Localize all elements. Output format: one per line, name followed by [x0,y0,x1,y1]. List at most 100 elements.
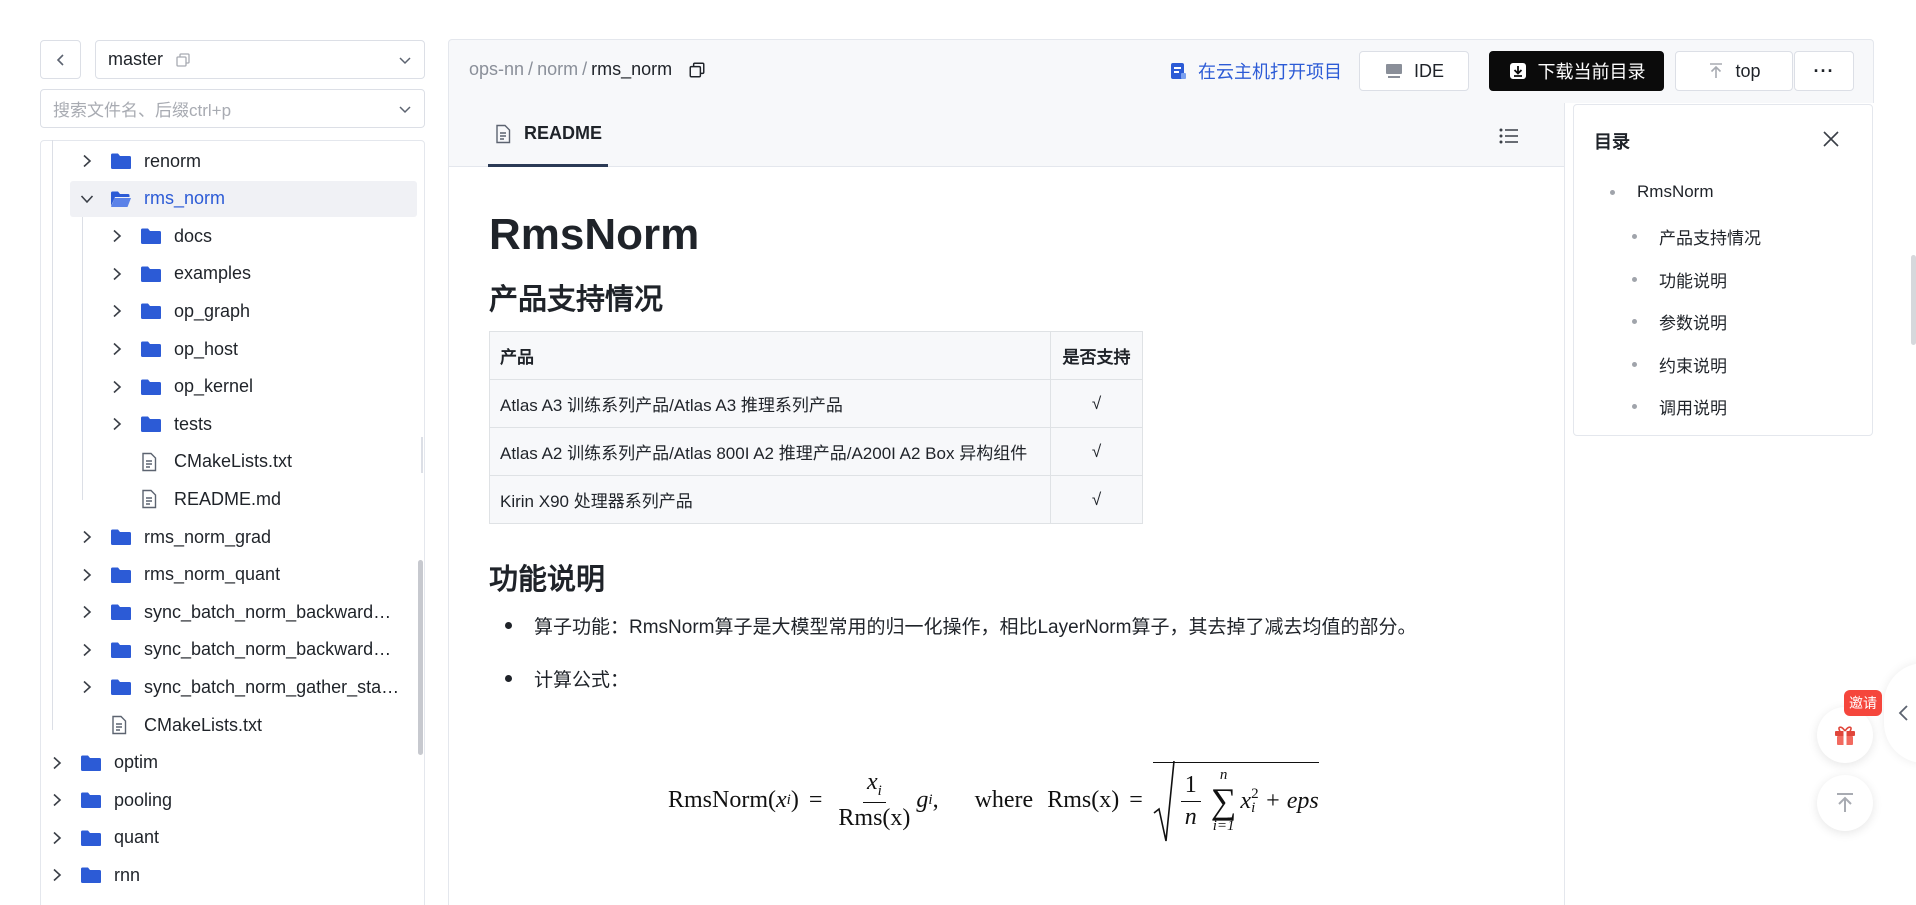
breadcrumb-mid[interactable]: norm [537,59,578,80]
chevron-right-icon[interactable] [78,678,96,696]
toc-bullet [1632,234,1637,240]
open-in-cloud-link[interactable]: 在云主机打开项目 [1168,58,1342,84]
sqrt-sign [1153,761,1175,842]
gift-icon [1835,726,1855,745]
tree-item-label: README.md [174,488,282,509]
breadcrumb-current: rms_norm [591,59,673,79]
more-button[interactable]: ··· [1794,51,1854,91]
download-directory-button[interactable]: 下载当前目录 [1489,51,1664,91]
tree-folder-item[interactable]: rnn [40,857,380,893]
close-icon[interactable] [1822,130,1840,148]
chevron-right-icon[interactable] [108,415,126,433]
tree-item-label: docs [174,225,213,246]
tree-file-item[interactable]: README.md [100,481,440,517]
tree-item-label: renorm [144,150,202,171]
tree-folder-item[interactable]: rms_norm [70,180,417,217]
chevron-right-icon[interactable] [48,791,66,809]
folder-icon [140,340,162,358]
toc-item-label: 功能说明 [1659,271,1727,291]
toc-toggle-icon[interactable] [1498,126,1520,146]
top-button[interactable]: top [1675,51,1793,91]
toc-title: 目录 [1594,132,1630,152]
chevron-right-icon[interactable] [78,152,96,170]
tab-readme[interactable]: README [488,103,609,167]
toc-item[interactable]: 参数说明 [1632,309,1727,334]
tree-folder-item[interactable]: renorm [70,143,410,179]
file-icon [140,452,162,471]
tree-file-item[interactable]: CMakeLists.txt [100,444,440,480]
chevron-right-icon[interactable] [108,227,126,245]
toc-item-label: 参数说明 [1659,314,1727,334]
tree-folder-item[interactable]: op_host [100,331,440,367]
tree-folder-item[interactable]: rms_norm_grad [70,519,410,555]
tree-folder-item[interactable]: tests [100,406,440,442]
ide-label: IDE [1413,60,1444,81]
tree-folder-item[interactable]: sync_batch_norm_backward… [70,594,410,630]
folder-icon [110,566,132,584]
formula-rms: Rms(x) [1047,787,1120,813]
tree-folder-item[interactable]: sync_batch_norm_gather_sta… [70,669,410,705]
chevron-right-icon[interactable] [108,340,126,358]
invite-badge[interactable]: 邀请 [1844,690,1882,716]
summation: n ∑ i=1 [1210,767,1237,834]
chevron-right-icon[interactable] [48,829,66,847]
chevron-down-icon[interactable] [78,190,96,208]
formula-eps: + eps [1264,787,1319,814]
page-scrollbar[interactable] [1911,255,1916,345]
toc-item[interactable]: RmsNorm [1610,182,1714,202]
breadcrumb-root[interactable]: ops-nn [469,59,524,80]
copy-icon[interactable] [175,52,191,68]
folder-icon [80,829,102,847]
tree-folder-item[interactable]: op_kernel [100,369,440,405]
ide-button[interactable]: IDE [1359,51,1469,91]
tree-folder-item[interactable]: rms_norm_quant [70,557,410,593]
formula-arg: x [776,787,787,813]
folder-icon [140,227,162,245]
sqrt-num: 1 [1180,772,1201,802]
copy-path-icon[interactable] [688,61,706,79]
back-to-top-button[interactable] [1817,775,1873,831]
tree-item-label: op_kernel [174,376,254,397]
tree-folder-item[interactable]: pooling [40,782,380,818]
breadcrumb: ops-nn / norm / rms_norm [469,59,706,80]
chevron-right-icon[interactable] [78,641,96,659]
toc-item[interactable]: 功能说明 [1632,267,1727,292]
table-cell-supported: √ [1050,379,1143,428]
chevron-right-icon[interactable] [78,566,96,584]
tree-folder-item[interactable]: docs [100,218,440,254]
toc-item[interactable]: 调用说明 [1632,394,1727,419]
tree-folder-item[interactable]: op_graph [100,293,440,329]
tree-scrollbar[interactable] [418,560,423,755]
chevron-right-icon[interactable] [108,302,126,320]
tree-item-label: pooling [114,789,173,810]
tree-file-item[interactable]: CMakeLists.txt [70,707,410,743]
folder-icon [140,265,162,283]
tree-folder-item[interactable]: sync_batch_norm_backward… [70,632,410,668]
tree-folder-item[interactable]: optim [40,745,380,781]
branch-selector[interactable]: master [95,40,425,79]
chevron-right-icon[interactable] [108,265,126,283]
bullet-dot [505,622,512,629]
file-search-input[interactable]: 搜索文件名、后缀ctrl+p [40,89,425,128]
side-collapse-tab[interactable] [1884,663,1916,763]
chevron-right-icon[interactable] [78,528,96,546]
formula-sub: i [1251,800,1256,816]
chevron-right-icon[interactable] [48,754,66,772]
readme-title: RmsNorm [489,210,700,259]
folder-icon [110,678,132,696]
toc-item[interactable]: 约束说明 [1632,352,1727,377]
toc-item-label: 调用说明 [1659,399,1727,418]
chevron-right-icon[interactable] [108,378,126,396]
file-icon [110,715,132,735]
toc-item-label: RmsNorm [1637,182,1714,201]
tab-readme-label: README [524,123,603,143]
back-button[interactable] [40,40,81,79]
toc-item[interactable]: 产品支持情况 [1632,224,1761,249]
folder-icon [110,152,132,170]
tree-folder-item[interactable]: quant [40,820,380,856]
formula-num: x [866,769,878,796]
chevron-right-icon[interactable] [48,866,66,884]
tree-item-label: rnn [114,864,141,885]
tree-folder-item[interactable]: examples [100,256,440,292]
chevron-right-icon[interactable] [78,603,96,621]
